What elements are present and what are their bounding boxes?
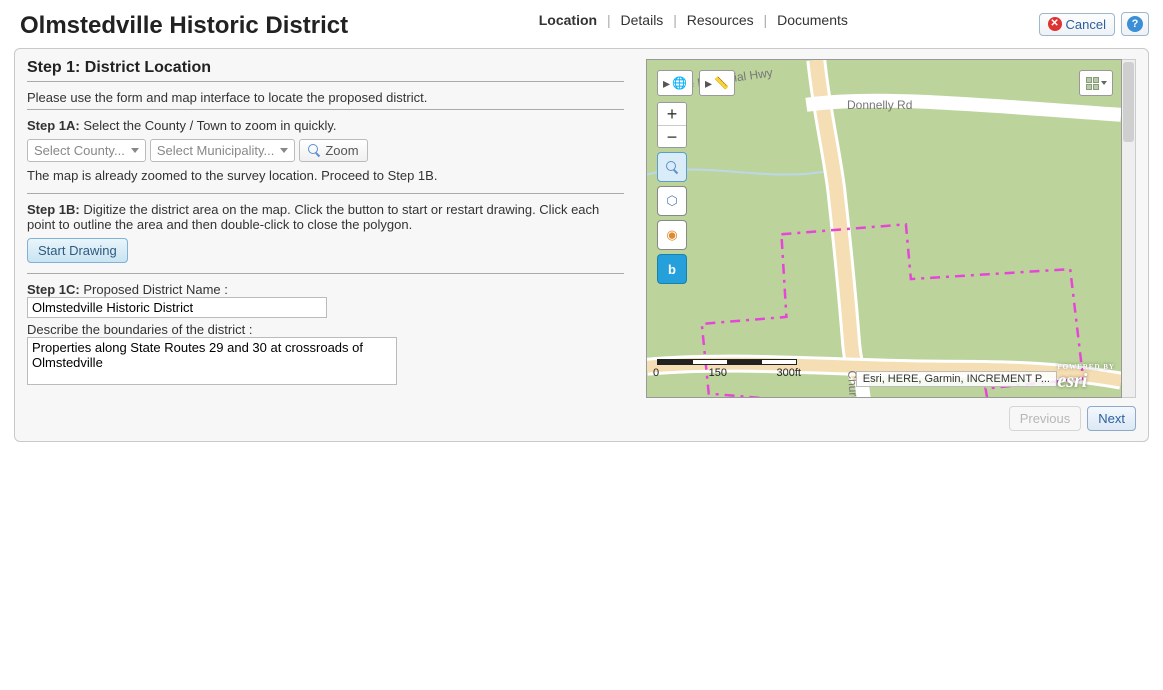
chevron-down-icon [131, 148, 139, 153]
scale-bar: 0 150 300ft [657, 359, 801, 379]
district-name-input[interactable] [27, 297, 327, 318]
next-button[interactable]: Next [1087, 406, 1136, 431]
step1c-label: Step 1C: [27, 282, 80, 297]
start-drawing-button[interactable]: Start Drawing [27, 238, 128, 263]
zoom-in-button[interactable]: + [658, 103, 686, 125]
map-attribution: Esri, HERE, Garmin, INCREMENT P... [856, 371, 1057, 387]
tab-separator: | [673, 12, 677, 28]
ruler-icon: 📏 [714, 76, 729, 90]
search-icon [666, 161, 679, 174]
tab-details[interactable]: Details [617, 12, 668, 28]
zoom-button[interactable]: Zoom [299, 139, 367, 162]
esri-logo: POWERED BY esri [1057, 364, 1115, 391]
zoom-label: Zoom [325, 143, 358, 158]
person-icon: ◉ [666, 227, 677, 243]
step1a-note: The map is already zoomed to the survey … [27, 168, 624, 183]
step-intro: Please use the form and map interface to… [27, 90, 624, 105]
step1c-text: Proposed District Name : [83, 282, 228, 297]
map-streetview-tool[interactable]: ◉ [657, 220, 687, 250]
district-description-input[interactable] [27, 337, 397, 385]
search-icon [308, 144, 321, 157]
tab-location[interactable]: Location [535, 12, 601, 28]
county-placeholder: Select County... [34, 143, 125, 158]
help-icon: ? [1127, 16, 1143, 32]
close-icon: ✕ [1048, 17, 1062, 31]
map-scrollbar[interactable] [1122, 59, 1136, 398]
play-icon: ▸ [705, 75, 712, 92]
bing-icon: b [668, 262, 676, 277]
tab-separator: | [607, 12, 611, 28]
map-search-tool[interactable] [657, 152, 687, 182]
tab-resources[interactable]: Resources [683, 12, 758, 28]
map-measure-button[interactable]: ▸ 📏 [699, 70, 735, 96]
step1a-label: Step 1A: [27, 118, 80, 133]
zoom-out-button[interactable]: − [658, 125, 686, 147]
previous-button[interactable]: Previous [1009, 406, 1082, 431]
scale-tick: 300ft [777, 367, 801, 379]
play-icon: ▸ [663, 75, 670, 92]
grid-icon [1086, 77, 1099, 90]
basemap-gallery-button[interactable] [1079, 70, 1113, 96]
cancel-label: Cancel [1066, 17, 1106, 32]
step1b-text: Digitize the district area on the map. C… [27, 202, 599, 232]
tab-bar: Location | Details | Resources | Documen… [348, 12, 1038, 28]
step1a-text: Select the County / Town to zoom in quic… [83, 118, 336, 133]
tab-separator: | [764, 12, 768, 28]
map-bing-tool[interactable]: b [657, 254, 687, 284]
scrollbar-thumb[interactable] [1123, 62, 1134, 142]
zoom-control: + − [657, 102, 687, 148]
cancel-button[interactable]: ✕ Cancel [1039, 13, 1115, 36]
chevron-down-icon [280, 148, 288, 153]
tab-documents[interactable]: Documents [773, 12, 852, 28]
describe-label: Describe the boundaries of the district … [27, 322, 624, 337]
municipality-placeholder: Select Municipality... [157, 143, 275, 158]
help-button[interactable]: ? [1121, 12, 1149, 36]
county-select[interactable]: Select County... [27, 139, 146, 162]
map-layers-tool[interactable]: ⬡ [657, 186, 687, 216]
map-full-extent-button[interactable]: ▸ 🌐 [657, 70, 693, 96]
municipality-select[interactable]: Select Municipality... [150, 139, 296, 162]
chevron-down-icon [1101, 81, 1107, 85]
polygon-icon: ⬡ [666, 193, 677, 209]
map[interactable]: rse Memorial Hwy Donnelly Rd Church Rd C… [646, 59, 1122, 398]
step1b-label: Step 1B: [27, 202, 80, 217]
scale-tick: 0 [653, 367, 659, 379]
scale-tick: 150 [709, 367, 727, 379]
map-canvas [647, 60, 1121, 398]
step-title: Step 1: District Location [27, 59, 624, 77]
page-title: Olmstedville Historic District [20, 12, 348, 40]
globe-icon: 🌐 [672, 76, 687, 90]
